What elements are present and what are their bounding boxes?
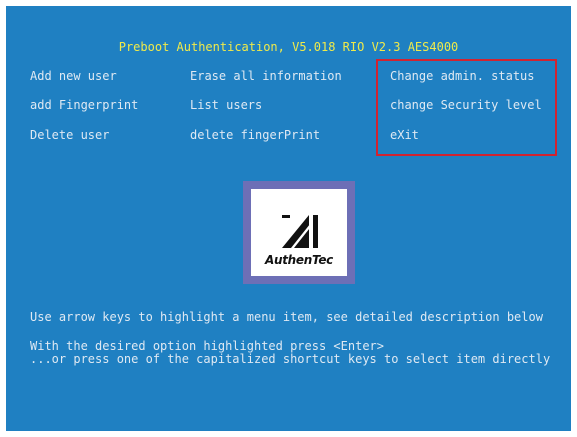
menu-item-add-fingerprint[interactable]: add Fingerprint <box>30 98 138 112</box>
menu-item-delete-fingerprint[interactable]: delete fingerPrint <box>190 128 320 142</box>
menu-item-add-new-user[interactable]: Add new user <box>30 69 117 83</box>
menu-item-erase-all-information[interactable]: Erase all information <box>190 69 342 83</box>
preboot-screen: Preboot Authentication, V5.018 RIO V2.3 … <box>6 6 571 431</box>
menu-item-list-users[interactable]: List users <box>190 98 262 112</box>
menu-item-delete-user[interactable]: Delete user <box>30 128 109 142</box>
help-text-arrow-keys: Use arrow keys to highlight a menu item,… <box>30 310 543 324</box>
logo-text: AuthenTec <box>265 253 333 267</box>
help-text-enter: With the desired option highlighted pres… <box>30 339 385 353</box>
authentec-logo: AuthenTec <box>243 181 355 284</box>
screen-title: Preboot Authentication, V5.018 RIO V2.3 … <box>118 40 459 54</box>
logo-inner: AuthenTec <box>251 189 347 276</box>
highlight-box <box>376 59 557 156</box>
help-text-shortcut: ...or press one of the capitalized short… <box>30 352 551 366</box>
